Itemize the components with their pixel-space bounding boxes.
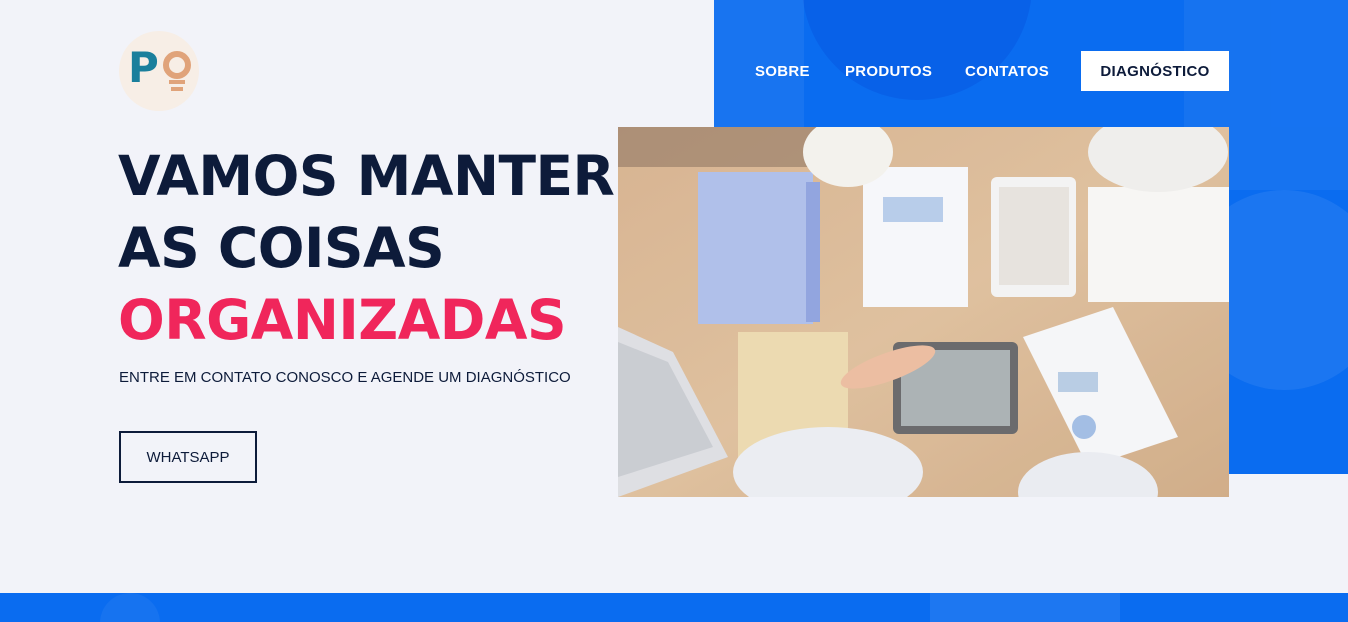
nav-link-contatos[interactable]: CONTATOS bbox=[965, 63, 1049, 80]
headline-line-3: ORGANIZADAS bbox=[118, 288, 567, 352]
decorative-shape bbox=[930, 593, 1120, 622]
hero-subtitle: ENTRE EM CONTATO CONOSCO E AGENDE UM DIA… bbox=[119, 369, 571, 386]
hero-photo bbox=[618, 127, 1229, 497]
logo-letter: P bbox=[128, 43, 159, 92]
headline-line-1: VAMOS MANTER bbox=[118, 144, 615, 208]
lightbulb-icon bbox=[163, 51, 191, 91]
nav-link-produtos[interactable]: PRODUTOS bbox=[845, 63, 932, 80]
footer-band bbox=[0, 593, 1348, 622]
whatsapp-button[interactable]: WHATSAPP bbox=[119, 431, 257, 483]
nav-link-sobre[interactable]: SOBRE bbox=[755, 63, 810, 80]
decorative-circle bbox=[100, 593, 160, 622]
headline-line-2: AS COISAS bbox=[118, 216, 445, 280]
decorative-circle bbox=[802, 0, 1032, 100]
logo-icon[interactable]: P bbox=[119, 31, 199, 111]
hero-headline: VAMOS MANTER AS COISAS ORGANIZADAS bbox=[118, 140, 615, 356]
diagnostico-button[interactable]: DIAGNÓSTICO bbox=[1081, 51, 1229, 91]
